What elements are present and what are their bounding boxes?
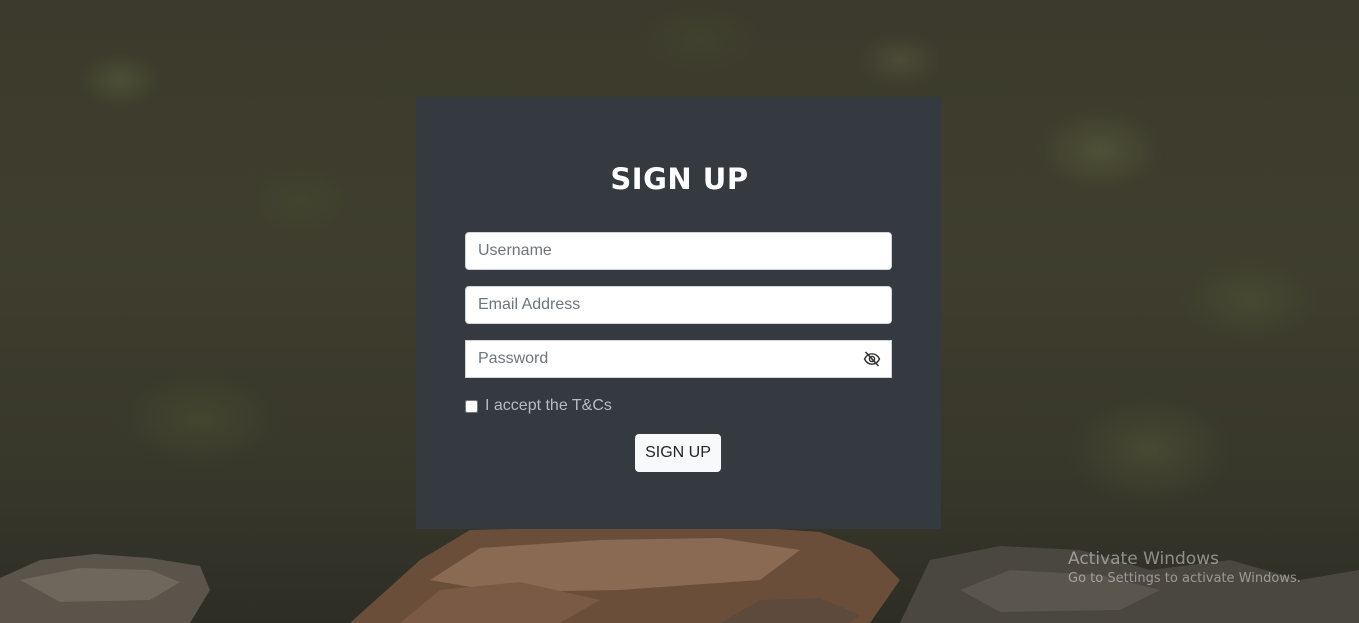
sign-up-button[interactable]: SIGN UP	[635, 434, 721, 472]
windows-activation-watermark: Activate Windows Go to Settings to activ…	[1068, 548, 1301, 588]
watermark-subtitle: Go to Settings to activate Windows.	[1068, 571, 1301, 586]
username-field[interactable]	[465, 232, 892, 270]
eye-slash-icon[interactable]	[863, 350, 881, 368]
terms-row: I accept the T&Cs	[465, 396, 612, 416]
password-field[interactable]	[466, 341, 846, 377]
terms-checkbox[interactable]	[465, 399, 478, 413]
password-field-group	[465, 340, 892, 378]
page-title: SIGN UP	[610, 162, 749, 196]
email-field[interactable]	[465, 286, 892, 324]
watermark-title: Activate Windows	[1068, 549, 1219, 569]
terms-label[interactable]: I accept the T&Cs	[485, 397, 612, 415]
